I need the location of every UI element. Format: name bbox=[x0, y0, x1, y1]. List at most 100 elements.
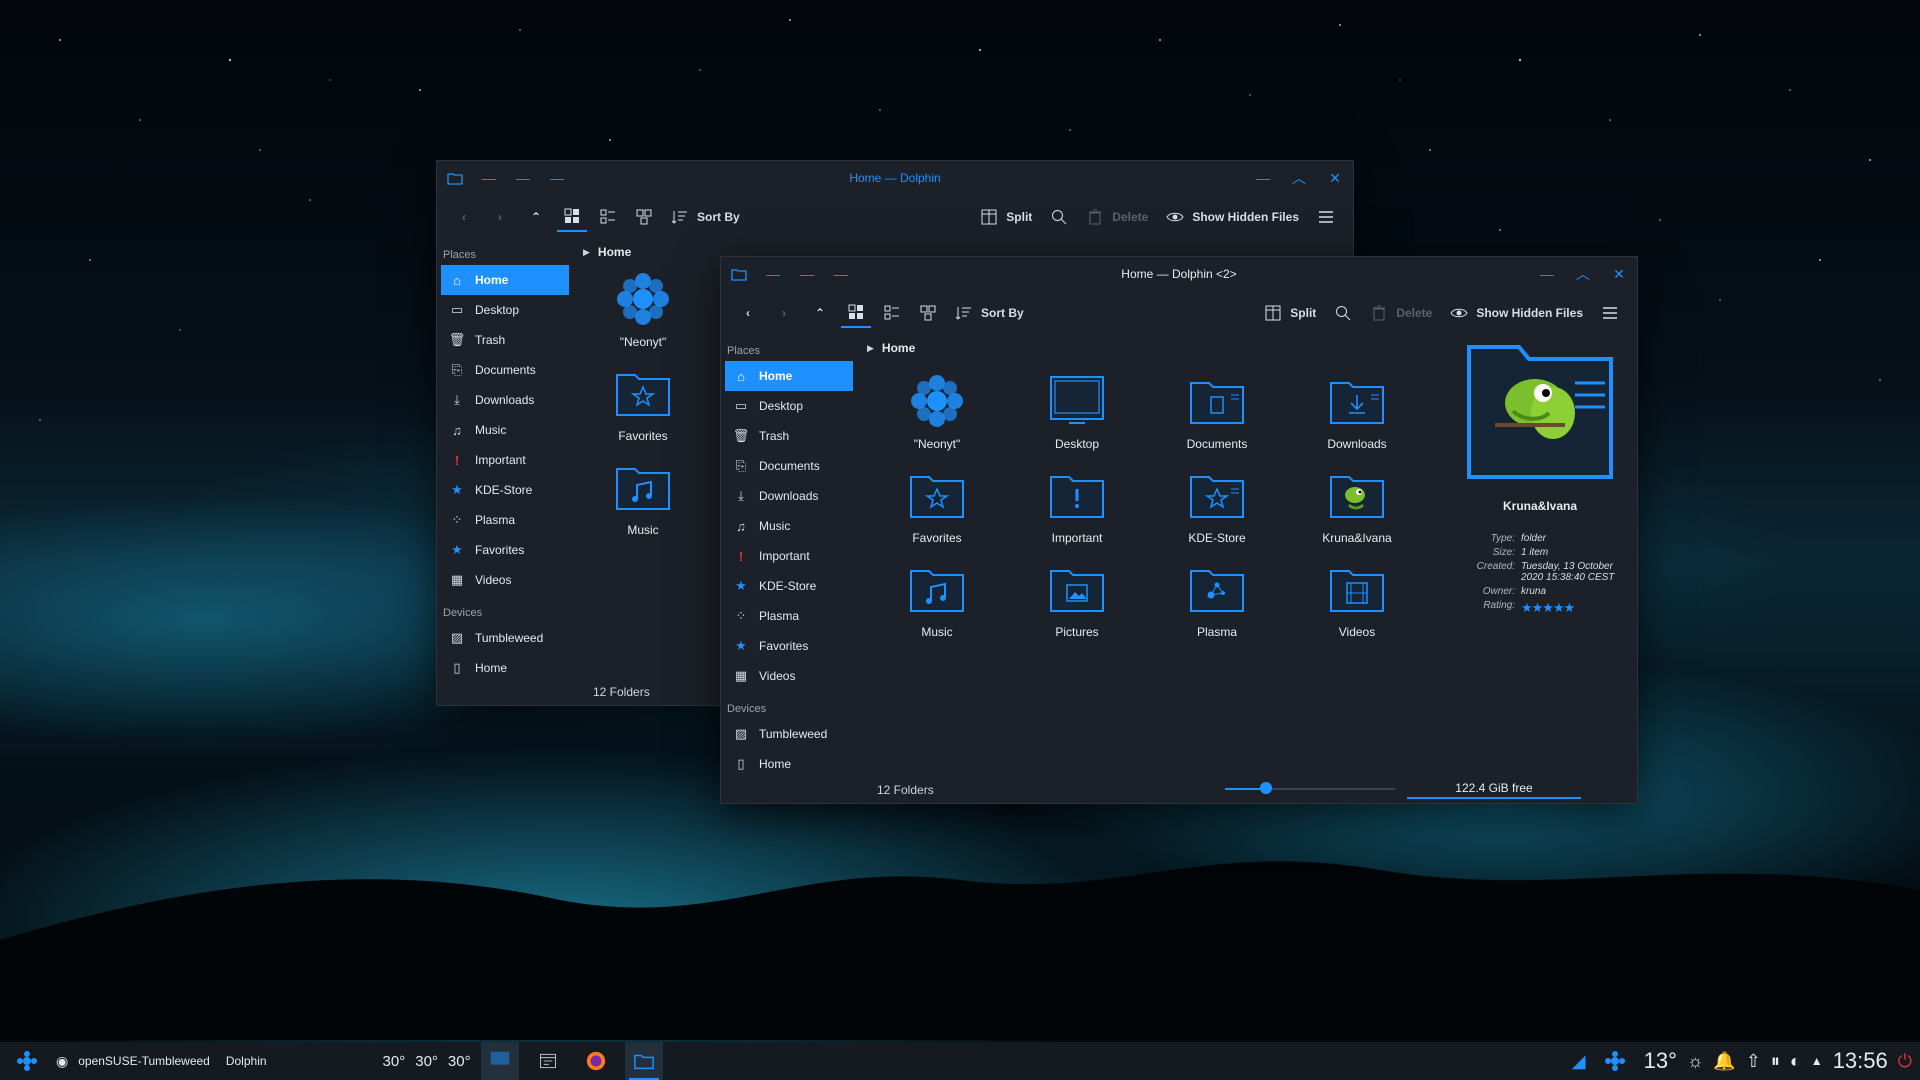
network-icon[interactable]: ◢ bbox=[1572, 1051, 1586, 1072]
compact-view-button[interactable] bbox=[877, 298, 907, 328]
titlebar[interactable]: — — — Home — Dolphin <2> — ︿ ✕ bbox=[721, 257, 1637, 291]
sidebar-item-documents[interactable]: ⎘ Documents bbox=[441, 355, 569, 385]
sidebar-item-home[interactable]: ⌂ Home bbox=[441, 265, 569, 295]
maximize-button[interactable]: ︿ bbox=[1291, 170, 1307, 186]
folder-item[interactable]: Pictures bbox=[1007, 559, 1147, 653]
chevron-up-icon[interactable]: ▲ bbox=[1811, 1054, 1823, 1068]
search-button[interactable] bbox=[1328, 298, 1358, 328]
split-button[interactable]: Split bbox=[1258, 298, 1322, 328]
sort-by-button[interactable]: Sort By bbox=[665, 202, 746, 232]
forward-button[interactable]: › bbox=[769, 298, 799, 328]
minimize-icon[interactable]: — bbox=[481, 170, 497, 186]
minimize-icon[interactable]: — bbox=[833, 266, 849, 282]
sort-by-button[interactable]: Sort By bbox=[949, 298, 1030, 328]
close-button[interactable]: ✕ bbox=[1611, 266, 1627, 282]
task-manager-button[interactable] bbox=[529, 1042, 567, 1080]
maximize-button[interactable]: ︿ bbox=[1575, 266, 1591, 282]
dolphin-task-button[interactable] bbox=[624, 1042, 663, 1080]
desktop-pager-button[interactable] bbox=[480, 1042, 519, 1080]
firefox-icon[interactable] bbox=[577, 1042, 615, 1080]
power-icon[interactable]: ⏻ bbox=[1898, 1051, 1912, 1072]
sidebar-item-important[interactable]: ! Important bbox=[725, 541, 853, 571]
activity-icon[interactable]: ◉ bbox=[56, 1053, 68, 1070]
folder-item[interactable]: Music bbox=[867, 559, 1007, 653]
hamburger-menu-button[interactable] bbox=[1311, 202, 1341, 232]
sidebar-item-tumbleweed[interactable]: ▨ Tumbleweed bbox=[725, 719, 853, 749]
sidebar-item-important[interactable]: ! Important bbox=[441, 445, 569, 475]
sidebar-item-desktop[interactable]: ▭ Desktop bbox=[725, 391, 853, 421]
sidebar-item-home-device[interactable]: ▯ Home bbox=[441, 653, 569, 683]
zoom-slider-handle[interactable] bbox=[1259, 782, 1272, 794]
titlebar[interactable]: — — — Home — Dolphin — ︿ ✕ bbox=[437, 161, 1353, 195]
details-view-button[interactable] bbox=[629, 202, 659, 232]
folder-item[interactable]: Music bbox=[573, 457, 713, 551]
sidebar-item-plasma[interactable]: ⁘ Plasma bbox=[441, 505, 569, 535]
brightness-icon[interactable]: ☼ bbox=[1687, 1051, 1704, 1072]
sidebar-item-tumbleweed[interactable]: ▨ Tumbleweed bbox=[441, 623, 569, 653]
folder-item[interactable]: Downloads bbox=[1287, 371, 1427, 465]
folder-item[interactable]: Plasma bbox=[1147, 559, 1287, 653]
dolphin-window-front[interactable]: — — — Home — Dolphin <2> — ︿ ✕ ‹ › ⌃ Sor… bbox=[720, 256, 1638, 804]
folder-item[interactable]: Favorites bbox=[867, 465, 1007, 559]
show-hidden-button[interactable]: Show Hidden Files bbox=[1160, 202, 1305, 232]
minimize-icon[interactable]: — bbox=[549, 170, 565, 186]
sidebar-item-desktop[interactable]: ▭ Desktop bbox=[441, 295, 569, 325]
rating-stars[interactable]: ★★★★★ bbox=[1521, 600, 1625, 616]
sidebar-item-home[interactable]: ⌂ Home bbox=[725, 361, 853, 391]
sidebar-item-music[interactable]: ♫ Music bbox=[725, 511, 853, 541]
sidebar-item-trash[interactable]: 🗑 Trash bbox=[725, 421, 853, 451]
delete-button[interactable]: Delete bbox=[1364, 298, 1438, 328]
up-button[interactable]: ⌃ bbox=[521, 202, 551, 232]
night-color-icon[interactable]: ◐ bbox=[1790, 1051, 1801, 1072]
activity-name[interactable]: openSUSE-Tumbleweed bbox=[78, 1054, 210, 1068]
sidebar-item-favorites[interactable]: ★ Favorites bbox=[725, 631, 853, 661]
sidebar-item-music[interactable]: ♫ Music bbox=[441, 415, 569, 445]
minimize-icon[interactable]: — bbox=[799, 266, 815, 282]
back-button[interactable]: ‹ bbox=[449, 202, 479, 232]
minimize-icon[interactable]: — bbox=[765, 266, 781, 282]
media-pause-icon[interactable]: ⏸ bbox=[1771, 1051, 1780, 1072]
application-launcher-button[interactable] bbox=[8, 1042, 46, 1080]
close-button[interactable]: ✕ bbox=[1327, 170, 1343, 186]
up-button[interactable]: ⌃ bbox=[805, 298, 835, 328]
sidebar-item-plasma[interactable]: ⁘ Plasma bbox=[725, 601, 853, 631]
sidebar-item-home-device[interactable]: ▯ Home bbox=[725, 749, 853, 779]
sidebar-item-favorites[interactable]: ★ Favorites bbox=[441, 535, 569, 565]
folder-item[interactable]: KDE-Store bbox=[1147, 465, 1287, 559]
icons-view-button[interactable] bbox=[841, 298, 871, 328]
zoom-slider[interactable] bbox=[1225, 782, 1395, 794]
compact-view-button[interactable] bbox=[593, 202, 623, 232]
back-button[interactable]: ‹ bbox=[733, 298, 763, 328]
hamburger-menu-button[interactable] bbox=[1595, 298, 1625, 328]
weather-temperature[interactable]: 13° bbox=[1644, 1048, 1677, 1074]
forward-button[interactable]: › bbox=[485, 202, 515, 232]
sidebar-item-downloads[interactable]: ⤓ Downloads bbox=[725, 481, 853, 511]
sidebar-item-documents[interactable]: ⎘ Documents bbox=[725, 451, 853, 481]
show-hidden-button[interactable]: Show Hidden Files bbox=[1444, 298, 1589, 328]
folder-item[interactable]: Important bbox=[1007, 465, 1147, 559]
notifications-icon[interactable]: 🔔 bbox=[1713, 1051, 1735, 1072]
folder-item[interactable]: Desktop bbox=[1007, 371, 1147, 465]
folder-item[interactable]: Favorites bbox=[573, 363, 713, 457]
minimize-button[interactable]: — bbox=[1255, 170, 1271, 186]
search-button[interactable] bbox=[1044, 202, 1074, 232]
updates-icon[interactable]: ⇧ bbox=[1746, 1051, 1761, 1072]
sidebar-item-videos[interactable]: ▦ Videos bbox=[441, 565, 569, 595]
folder-item[interactable]: "Neonyt" bbox=[573, 269, 713, 363]
folder-item[interactable]: "Neonyt" bbox=[867, 371, 1007, 465]
sidebar-item-videos[interactable]: ▦ Videos bbox=[725, 661, 853, 691]
sidebar-item-downloads[interactable]: ⤓ Downloads bbox=[441, 385, 569, 415]
folder-item[interactable]: Documents bbox=[1147, 371, 1287, 465]
sidebar-item-trash[interactable]: 🗑 Trash bbox=[441, 325, 569, 355]
icons-view-button[interactable] bbox=[557, 202, 587, 232]
sidebar-item-kde-store[interactable]: ★ KDE-Store bbox=[441, 475, 569, 505]
weather-icon[interactable] bbox=[1596, 1042, 1634, 1080]
clock[interactable]: 13:56 bbox=[1833, 1048, 1888, 1074]
delete-button[interactable]: Delete bbox=[1080, 202, 1154, 232]
minimize-button[interactable]: — bbox=[1539, 266, 1555, 282]
minimize-icon[interactable]: — bbox=[515, 170, 531, 186]
folder-item[interactable]: Videos bbox=[1287, 559, 1427, 653]
split-button[interactable]: Split bbox=[974, 202, 1038, 232]
sidebar-item-kde-store[interactable]: ★ KDE-Store bbox=[725, 571, 853, 601]
details-view-button[interactable] bbox=[913, 298, 943, 328]
